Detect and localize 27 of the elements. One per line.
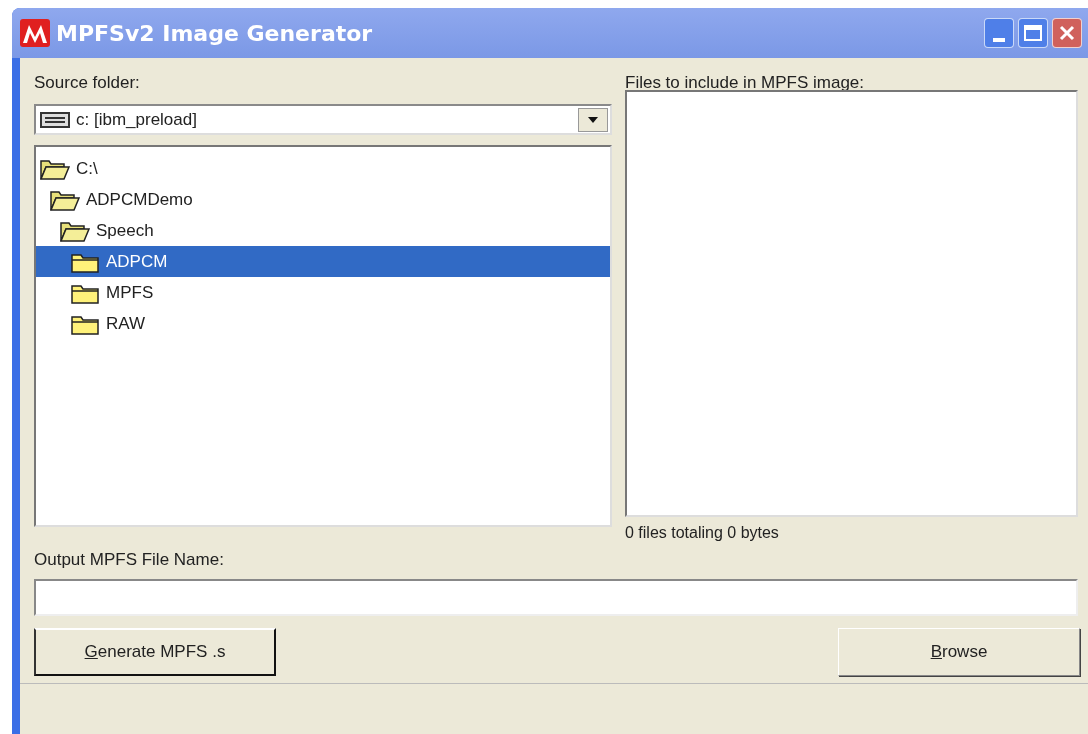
tree-item[interactable]: ADPCM xyxy=(36,246,610,277)
drive-value: c: [ibm_preload] xyxy=(76,108,198,131)
minimize-icon xyxy=(993,38,1005,42)
drive-dropdown[interactable]: c: [ibm_preload] xyxy=(34,104,612,135)
source-folder-label: Source folder: xyxy=(34,72,141,94)
open-folder-icon xyxy=(50,188,80,211)
close-button[interactable] xyxy=(1052,18,1082,48)
tree-item[interactable]: MPFS xyxy=(36,277,610,308)
browse-button[interactable]: Browse xyxy=(838,627,1080,676)
files-summary: 0 files totaling 0 bytes xyxy=(625,523,780,543)
output-file-field[interactable] xyxy=(34,578,1078,616)
window-title: MPFSv2 Image Generator xyxy=(56,19,374,48)
drive-icon xyxy=(40,110,70,129)
tree-item[interactable]: C:\ xyxy=(36,153,610,184)
app-logo-icon xyxy=(20,19,50,47)
tree-item[interactable]: RAW xyxy=(36,308,610,339)
generate-button[interactable]: Generate MPFS .s xyxy=(34,627,276,676)
output-label: Output MPFS File Name: xyxy=(34,549,225,571)
open-folder-icon xyxy=(40,157,70,180)
maximize-button[interactable] xyxy=(1018,18,1048,48)
open-folder-icon xyxy=(60,219,90,242)
files-label: Files to include in MPFS image: xyxy=(625,72,866,94)
tree-item[interactable]: Speech xyxy=(36,215,610,246)
close-icon xyxy=(1059,25,1075,41)
minimize-button[interactable] xyxy=(984,18,1014,48)
maximize-icon xyxy=(1024,25,1042,41)
tree-item[interactable]: ADPCMDemo xyxy=(36,184,610,215)
